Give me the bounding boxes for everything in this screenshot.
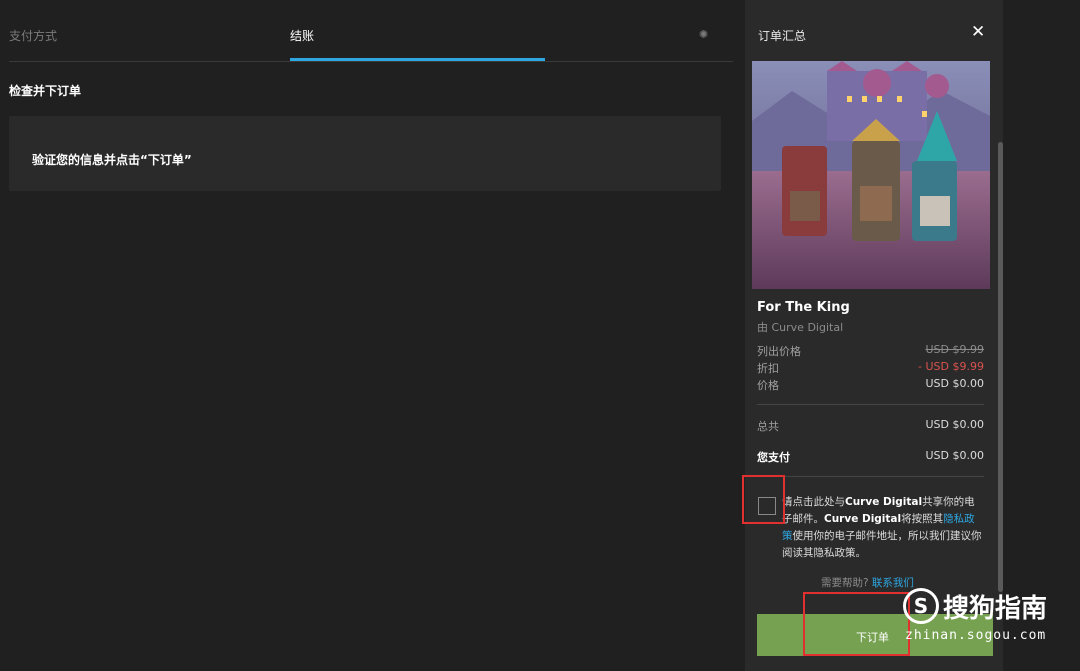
help-line: 需要帮助? 联系我们: [821, 575, 914, 590]
verify-info-text: 验证您的信息并点击“下订单”: [32, 153, 192, 167]
consent-text-part: 将按照其: [901, 513, 944, 525]
help-text: 需要帮助?: [821, 577, 869, 589]
you-pay-label: 您支付: [757, 451, 790, 464]
price-value: USD $0.00: [925, 377, 985, 390]
list-price-value: USD $9.99: [925, 343, 985, 356]
sogou-logo-icon: S: [903, 588, 939, 624]
consent-brand: Curve Digital: [845, 496, 923, 508]
checkout-panel: 支付方式 结账 ✺ 检查并下订单 验证您的信息并点击“下订单”: [0, 0, 745, 671]
game-cover-image: [752, 61, 990, 289]
highlight-box-checkbox: [742, 475, 785, 524]
you-pay-row: 您支付 USD $0.00: [757, 449, 984, 465]
total-row: 总共 USD $0.00: [757, 418, 984, 434]
discount-label: 折扣: [757, 362, 779, 375]
list-price-row: 列出价格 USD $9.99: [757, 343, 984, 359]
close-icon[interactable]: ✕: [971, 22, 985, 42]
total-label: 总共: [757, 420, 779, 433]
section-heading: 检查并下订单: [9, 84, 82, 98]
order-summary-panel: 订单汇总 ✕ For The King 由 Curve Digital 列出价格…: [745, 0, 1003, 671]
price-label: 价格: [757, 379, 779, 392]
tab-payment-method[interactable]: 支付方式: [9, 27, 57, 44]
verify-info-box: 验证您的信息并点击“下订单”: [9, 116, 721, 191]
consent-brand: Curve Digital: [824, 513, 902, 525]
list-price-label: 列出价格: [757, 345, 801, 358]
divider: [757, 476, 984, 477]
publisher-text: 由 Curve Digital: [757, 321, 844, 334]
game-title: For The King: [757, 300, 850, 315]
discount-row: 折扣 - USD $9.99: [757, 360, 984, 376]
order-summary-title: 订单汇总: [758, 29, 807, 43]
consent-text-part: 使用你的电子邮件地址，所以我们建议你阅读其隐私政策。: [782, 530, 982, 559]
highlight-box-order-button: [803, 592, 910, 656]
tab-checkout[interactable]: 结账: [290, 27, 314, 44]
you-pay-value: USD $0.00: [925, 449, 985, 462]
total-value: USD $0.00: [925, 418, 985, 431]
price-row: 价格 USD $0.00: [757, 377, 984, 393]
page-background: [1003, 0, 1080, 671]
consent-text-part: 请点击此处与: [782, 496, 845, 508]
settings-icon[interactable]: ✺: [699, 28, 708, 41]
active-tab-indicator: [290, 58, 545, 61]
discount-value: - USD $9.99: [918, 360, 984, 373]
watermark-url: zhinan.sogou.com: [905, 628, 1047, 643]
watermark-title: 搜狗指南: [943, 594, 1048, 624]
watermark: S 搜狗指南 zhinan.sogou.com: [903, 586, 1063, 646]
divider: [757, 404, 984, 405]
share-email-consent-text: 请点击此处与Curve Digital共享你的电子邮件。Curve Digita…: [782, 494, 982, 562]
checkout-tabs: 支付方式 结账 ✺: [9, 0, 733, 62]
